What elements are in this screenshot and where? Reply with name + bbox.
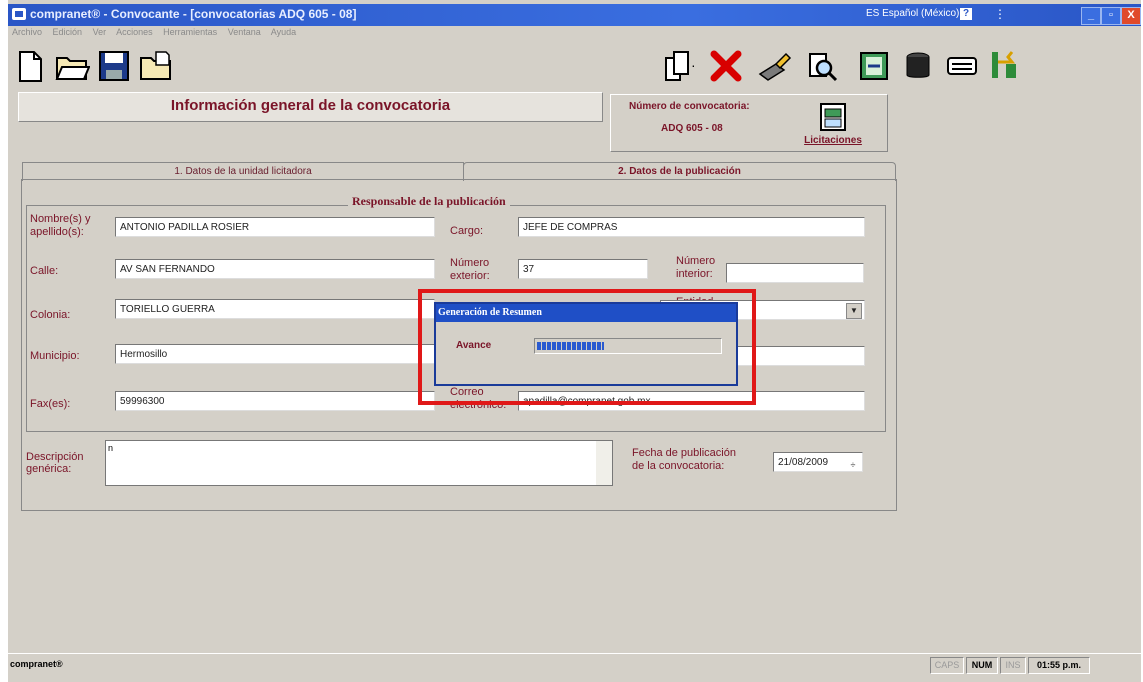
edit-pencil-icon[interactable] [756,48,792,84]
numero-interior-field[interactable] [726,263,864,283]
municipio-field[interactable]: Hermosillo [115,344,435,364]
fax-label: Fax(es): [30,398,71,410]
licitaciones-button[interactable]: Licitaciones [801,99,865,147]
status-caps: CAPS [930,657,964,674]
licitaciones-label: Licitaciones [804,135,862,146]
title-bar: compranet® - Convocante - [convocatorias… [8,4,1141,26]
search-icon[interactable] [804,48,840,84]
menu-ventana[interactable]: Ventana [228,27,261,37]
delete-x-icon[interactable] [708,48,744,84]
app-window: compranet® - Convocante - [convocatorias… [8,0,1141,682]
colonia-label: Colonia: [30,309,71,321]
nombre-field[interactable]: ANTONIO PADILLA ROSIER [115,217,435,237]
numero-exterior-field[interactable]: 37 [518,259,648,279]
keyboard-icon[interactable] [944,48,980,84]
spinner-icon[interactable]: ÷ [846,455,860,470]
numero-exterior-label-line2: exterior: [450,270,490,282]
responsable-group-title: Responsable de la publicación [348,194,510,209]
menu-ver[interactable]: Ver [93,27,107,37]
status-time: 01:55 p.m. [1028,657,1090,674]
menu-bar: Archivo Edición Ver Acciones Herramienta… [12,27,304,37]
fax-field[interactable]: 59996300 [115,391,435,411]
convocatoria-number-box: Número de convocatoria: ADQ 605 - 08 Lic… [610,94,888,152]
cargo-field[interactable]: JEFE DE COMPRAS [518,217,865,237]
convocatoria-number-label: Número de convocatoria: [629,101,750,112]
open-folder-icon[interactable] [54,48,91,84]
close-button[interactable]: X [1121,7,1141,25]
app-icon [12,8,26,20]
convocatoria-number-value: ADQ 605 - 08 [661,123,723,134]
language-menu-icon[interactable]: ⋮ [994,7,1006,21]
descripcion-label-line2: genérica: [26,463,72,475]
menu-ayuda[interactable]: Ayuda [271,27,296,37]
fecha-field[interactable]: 21/08/2009 ÷ [773,452,863,472]
menu-acciones[interactable]: Acciones [116,27,153,37]
window-title: compranet® - Convocante - [convocatorias… [30,7,357,21]
municipio-label: Municipio: [30,350,80,362]
numero-interior-label-line1: Número [676,255,716,267]
status-bar: compranet® CAPS NUM INS 01:55 p.m. [8,653,1141,676]
descripcion-scrollbar[interactable] [596,441,612,485]
menu-edicion[interactable]: Edición [53,27,83,37]
nombre-label-line2: apellido(s): [30,226,84,238]
page-title: Información general de la convocatoria [170,97,451,114]
minimize-button[interactable]: _ [1081,7,1101,25]
status-app-name: compranet® [10,659,63,669]
calle-field[interactable]: AV SAN FERNANDO [115,259,435,279]
cargo-label: Cargo: [450,225,484,237]
maximize-button[interactable]: ▫ [1101,7,1121,25]
toolbar: · [8,44,1141,88]
highlight-box [418,289,756,405]
licitaciones-icon [820,103,846,131]
calle-label: Calle: [30,265,59,277]
fecha-value: 21/08/2009 [778,457,829,468]
status-num: NUM [966,657,998,674]
help-icon[interactable]: ? [960,8,972,20]
nombre-label-line1: Nombre(s) y [30,213,91,225]
database-icon[interactable] [900,48,936,84]
language-indicator[interactable]: ES Español (México) [866,8,959,19]
chevron-down-icon[interactable]: ▼ [846,303,862,319]
new-document-icon[interactable] [12,48,48,84]
menu-archivo[interactable]: Archivo [12,27,42,37]
fecha-label-line1: Fecha de publicación [632,447,736,459]
svg-text:·: · [691,57,696,73]
copy-icon[interactable]: · [660,48,696,84]
numero-exterior-label-line1: Número [450,257,490,269]
descripcion-value: n [108,443,114,453]
save-disk-icon[interactable] [96,48,132,84]
colonia-field[interactable]: TORIELLO GUERRA [115,299,435,319]
open-file-icon[interactable] [138,48,174,84]
numero-interior-label-line2: interior: [676,268,713,280]
header-panel: Información general de la convocatoria [18,92,603,122]
descripcion-label-line1: Descripción [26,451,84,463]
status-ins: INS [1000,657,1026,674]
menu-herramientas[interactable]: Herramientas [163,27,217,37]
fecha-label-line2: de la convocatoria: [632,460,725,472]
import-icon[interactable] [856,48,892,84]
descripcion-textarea[interactable]: n [105,440,613,486]
run-icon[interactable] [986,48,1022,84]
